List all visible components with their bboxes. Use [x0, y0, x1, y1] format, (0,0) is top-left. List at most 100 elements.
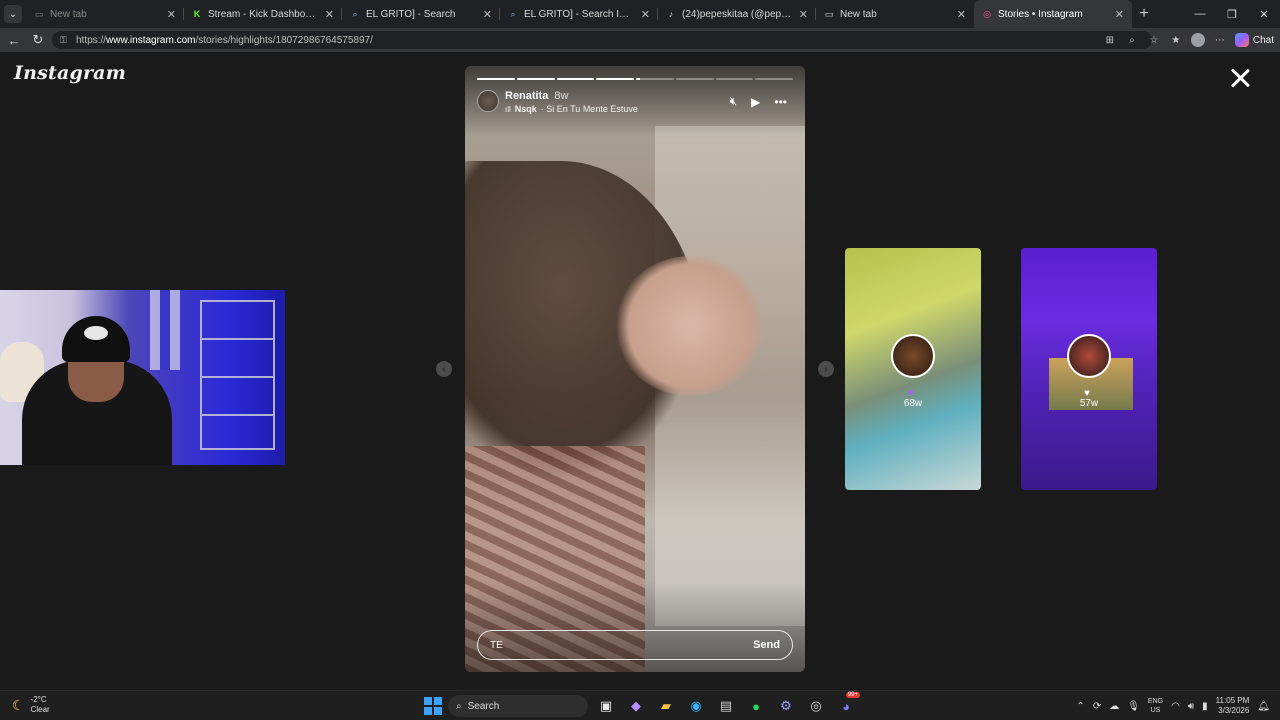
reply-field[interactable]: TE Send — [477, 630, 793, 660]
close-tab-icon[interactable]: ✕ — [483, 8, 492, 21]
tab-title: Stream - Kick Dashboard — [208, 8, 319, 20]
tab-kick-dashboard[interactable]: K Stream - Kick Dashboard ✕ — [184, 0, 342, 28]
muted-speaker-icon[interactable]: 🔇︎ — [730, 94, 738, 109]
copilot-chat-button[interactable]: Chat — [1234, 33, 1274, 47]
app-available-icon[interactable]: ⊞ — [1103, 33, 1117, 47]
tab-actions-button[interactable]: ⌄ — [0, 0, 26, 28]
search-icon: ⌕ — [352, 8, 358, 19]
progress-fill — [556, 78, 595, 80]
cloud-icon[interactable]: ☁ — [1109, 701, 1119, 712]
window-controls: — ❐ ✕ — [1184, 0, 1280, 28]
taskbar-search-label: Search — [467, 700, 500, 712]
sync-icon[interactable]: ⟳ — [1093, 701, 1101, 712]
reply-input[interactable]: TE — [490, 640, 753, 651]
region-code: US — [1150, 707, 1161, 714]
progress-fill — [596, 78, 634, 80]
task-view-icon[interactable]: ▣ — [594, 694, 618, 718]
copilot-app-icon[interactable]: ◆ — [624, 694, 648, 718]
story-user-avatar[interactable] — [477, 90, 499, 112]
arrow-left-icon: ← — [7, 32, 21, 48]
refresh-icon: ↻ — [32, 32, 44, 47]
url-field[interactable]: ⚿ https://www.instagram.com/stories/high… — [52, 31, 1152, 49]
notification-bell-icon[interactable]: 🔔︎ — [1257, 701, 1270, 712]
weather-widget[interactable]: ☾ -2°C Clear — [12, 695, 50, 715]
close-tab-icon[interactable]: ✕ — [325, 8, 334, 21]
next-story-button[interactable]: › — [818, 361, 834, 377]
copilot-icon — [1234, 33, 1249, 47]
close-tab-icon[interactable]: ✕ — [957, 8, 966, 21]
toolbar-right: ⊞ ⌕ ☆ ★ ⋯ Chat — [1103, 28, 1274, 52]
store-icon[interactable]: ▤ — [714, 694, 738, 718]
tab-tiktok[interactable]: ♪ (24)pepeskitaa (@pepeskitaa) | Ti ✕ — [658, 0, 816, 28]
taskbar-search[interactable]: ⌕ Search — [448, 695, 588, 717]
language-indicator[interactable]: ENG US — [1148, 697, 1163, 715]
instagram-logo[interactable]: Instagram — [14, 62, 126, 84]
profile-avatar[interactable] — [1190, 33, 1205, 47]
close-window-button[interactable]: ✕ — [1248, 0, 1280, 28]
system-tray: ⌃ ⟳ ☁ 🎙︎ ENG US ◠ 🔊︎ ▮ 11:05 PM 3/3/2026 🔔… — [1076, 693, 1270, 719]
favorites-icon[interactable]: ★ — [1169, 33, 1183, 47]
new-tab-button[interactable]: + — [1132, 0, 1156, 28]
tab-new-tab-2[interactable]: ▭ New tab ✕ — [816, 0, 974, 28]
page-icon: ▭ — [824, 8, 834, 19]
minimize-button[interactable]: — — [1184, 0, 1216, 28]
battery-icon[interactable]: ▮ — [1202, 701, 1208, 712]
discord-icon[interactable]: ◕ 99+ — [834, 692, 860, 718]
thumbnail-avatar — [1067, 334, 1111, 378]
edge-icon[interactable]: ◉ — [684, 694, 708, 718]
story-viewer[interactable]: Renatita 8w ıll Nsqk · Si En Tu Mente Est… — [465, 66, 805, 672]
progress-segment — [556, 78, 595, 80]
clock-time: 11:05 PM — [1215, 696, 1250, 705]
chevron-up-icon[interactable]: ⌃ — [1076, 701, 1084, 712]
close-tab-icon[interactable]: ✕ — [799, 8, 808, 21]
close-stories-button[interactable] — [1228, 66, 1252, 90]
obs-icon[interactable]: ◎ — [804, 694, 828, 718]
weather-condition: Clear — [30, 705, 50, 714]
tab-strip: ⌄ ▭ New tab ✕ K Stream - Kick Dashboard … — [0, 0, 1280, 28]
site-info-icon[interactable]: ⚿ — [60, 35, 70, 46]
close-tab-icon[interactable]: ✕ — [641, 8, 650, 21]
thumbnail-avatar — [891, 334, 935, 378]
page-icon: ▭ — [34, 8, 44, 19]
microphone-icon[interactable]: 🎙︎ — [1127, 701, 1140, 712]
back-button[interactable]: ← — [2, 28, 26, 52]
close-tab-icon[interactable]: ✕ — [1115, 8, 1124, 21]
clock[interactable]: 11:05 PM 3/3/2026 — [1216, 696, 1250, 716]
previous-story-button[interactable]: ‹ — [436, 361, 452, 377]
progress-fill — [636, 78, 640, 80]
close-tab-icon[interactable]: ✕ — [167, 8, 176, 21]
story-username[interactable]: Renatita 8w — [505, 90, 568, 102]
music-title: · Si En Tu Mente Estuve — [540, 104, 638, 114]
tab-new-tab-1[interactable]: ▭ New tab ✕ — [26, 0, 184, 28]
tiktok-icon: ♪ — [668, 9, 674, 19]
spotify-icon[interactable]: ● — [744, 694, 768, 718]
file-explorer-icon[interactable]: ▰ — [654, 694, 678, 718]
volume-icon[interactable]: 🔊︎ — [1188, 701, 1194, 712]
story-image-face — [615, 256, 765, 396]
wifi-icon[interactable]: ◠ — [1171, 701, 1180, 712]
settings-icon[interactable]: ⚙ — [774, 694, 798, 718]
music-artist: Nsqk — [514, 104, 537, 114]
music-bars-icon: ıll — [505, 104, 511, 114]
progress-fill — [477, 78, 515, 80]
next-story-thumbnail-2[interactable]: ♥ 57w — [1021, 248, 1157, 490]
send-button[interactable]: Send — [753, 639, 780, 651]
more-icon[interactable]: ••• — [774, 95, 787, 109]
zoom-icon[interactable]: ⌕ — [1125, 33, 1139, 47]
shelf — [200, 300, 275, 450]
tab-search[interactable]: ⌕ EL GRITO] - Search ✕ — [342, 0, 500, 28]
more-options-icon[interactable]: ⋯ — [1213, 33, 1227, 47]
progress-segment — [516, 78, 555, 80]
restore-button[interactable]: ❐ — [1216, 0, 1248, 28]
favorite-star-icon[interactable]: ☆ — [1147, 33, 1161, 47]
tab-search-images[interactable]: ⌕ EL GRITO] - Search Images ✕ — [500, 0, 658, 28]
story-progress — [477, 78, 793, 80]
reload-button[interactable]: ↻ — [26, 28, 50, 52]
tab-instagram-stories[interactable]: ◎ Stories • Instagram ✕ — [974, 0, 1132, 28]
next-story-thumbnail-1[interactable]: ♥ 68w — [845, 248, 981, 490]
windows-taskbar: ☾ -2°C Clear ⌕ Search ▣ ◆ ▰ ◉ ▤ ● ⚙ ◎ ◕ 99… — [0, 690, 1280, 720]
story-music[interactable]: ıll Nsqk · Si En Tu Mente Estuve — [505, 104, 638, 114]
windows-start-icon[interactable] — [424, 697, 442, 715]
play-icon[interactable]: ▶ — [751, 95, 760, 109]
progress-segment — [715, 78, 754, 80]
